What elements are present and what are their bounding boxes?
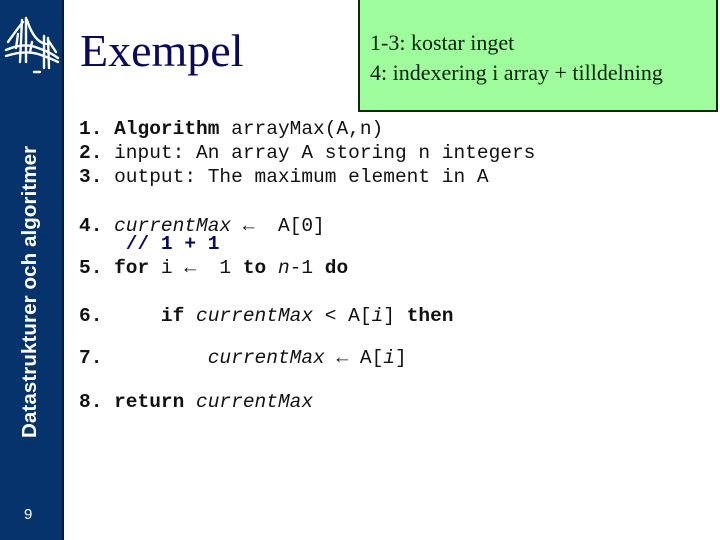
code-line-2: 2. input: An array A storing n integers	[79, 141, 535, 165]
code-text: -1	[289, 257, 325, 279]
page-number: 9	[24, 506, 33, 523]
note-line-1: 1-3: kostar inget	[370, 30, 515, 55]
keyword: do	[324, 257, 349, 279]
code-comment: // 1 + 1	[79, 233, 220, 255]
variable: currentMax	[207, 347, 325, 369]
code-text: input: An array A storing n integers	[102, 142, 536, 164]
code-line-7: 7. currentMax ← A[i]	[79, 346, 407, 370]
keyword: then	[406, 305, 454, 327]
line-number: 7.	[79, 347, 103, 369]
keyword: for	[114, 257, 150, 279]
variable: i	[371, 305, 384, 327]
keyword: return	[114, 391, 185, 413]
code-text: output: The maximum element in A	[102, 166, 489, 188]
code-text: ]	[394, 347, 407, 369]
code-line-1: 1. Algorithm arrayMax(A,n)	[79, 117, 383, 141]
code-line-3: 3. output: The maximum element in A	[79, 165, 489, 189]
variable: i	[383, 347, 395, 369]
code-line-5: 5. for i ← 1 to n-1 do	[79, 256, 348, 280]
line-number: 3.	[79, 166, 103, 188]
note-line-2: 4: indexering i array + tilldelning	[370, 60, 663, 85]
variable: currentMax	[196, 391, 314, 413]
line-number: 2.	[79, 142, 103, 164]
line-number: 8.	[79, 391, 103, 413]
variable: n	[277, 257, 290, 279]
keyword: Algorithm	[114, 118, 220, 140]
code-text: ]	[383, 305, 407, 327]
keyword: if	[160, 305, 185, 327]
code-line-6: 6. if currentMax < A[i] then	[79, 304, 454, 328]
cost-note-box: 1-3: kostar inget 4: indexering i array …	[358, 0, 718, 112]
variable: currentMax	[196, 305, 314, 327]
code-text: arrayMax(A,n)	[219, 118, 384, 140]
code-text: < A[	[313, 305, 372, 327]
code-line-8: 8. return currentMax	[79, 390, 313, 414]
line-number: 1.	[79, 118, 103, 140]
course-title-vertical: Datastrukturer och algoritmer	[18, 145, 41, 438]
line-number: 5.	[79, 257, 103, 279]
code-text: ← A[	[324, 347, 384, 369]
code-text: ← A[0]	[231, 215, 325, 237]
line-number: 6.	[79, 305, 103, 327]
bridge-logo-icon	[4, 16, 60, 74]
keyword: to	[242, 257, 267, 279]
code-text: i ← 1	[149, 257, 243, 279]
slide-title: Exempel	[80, 25, 244, 76]
sidebar: Datastrukturer och algoritmer 9	[0, 0, 64, 540]
